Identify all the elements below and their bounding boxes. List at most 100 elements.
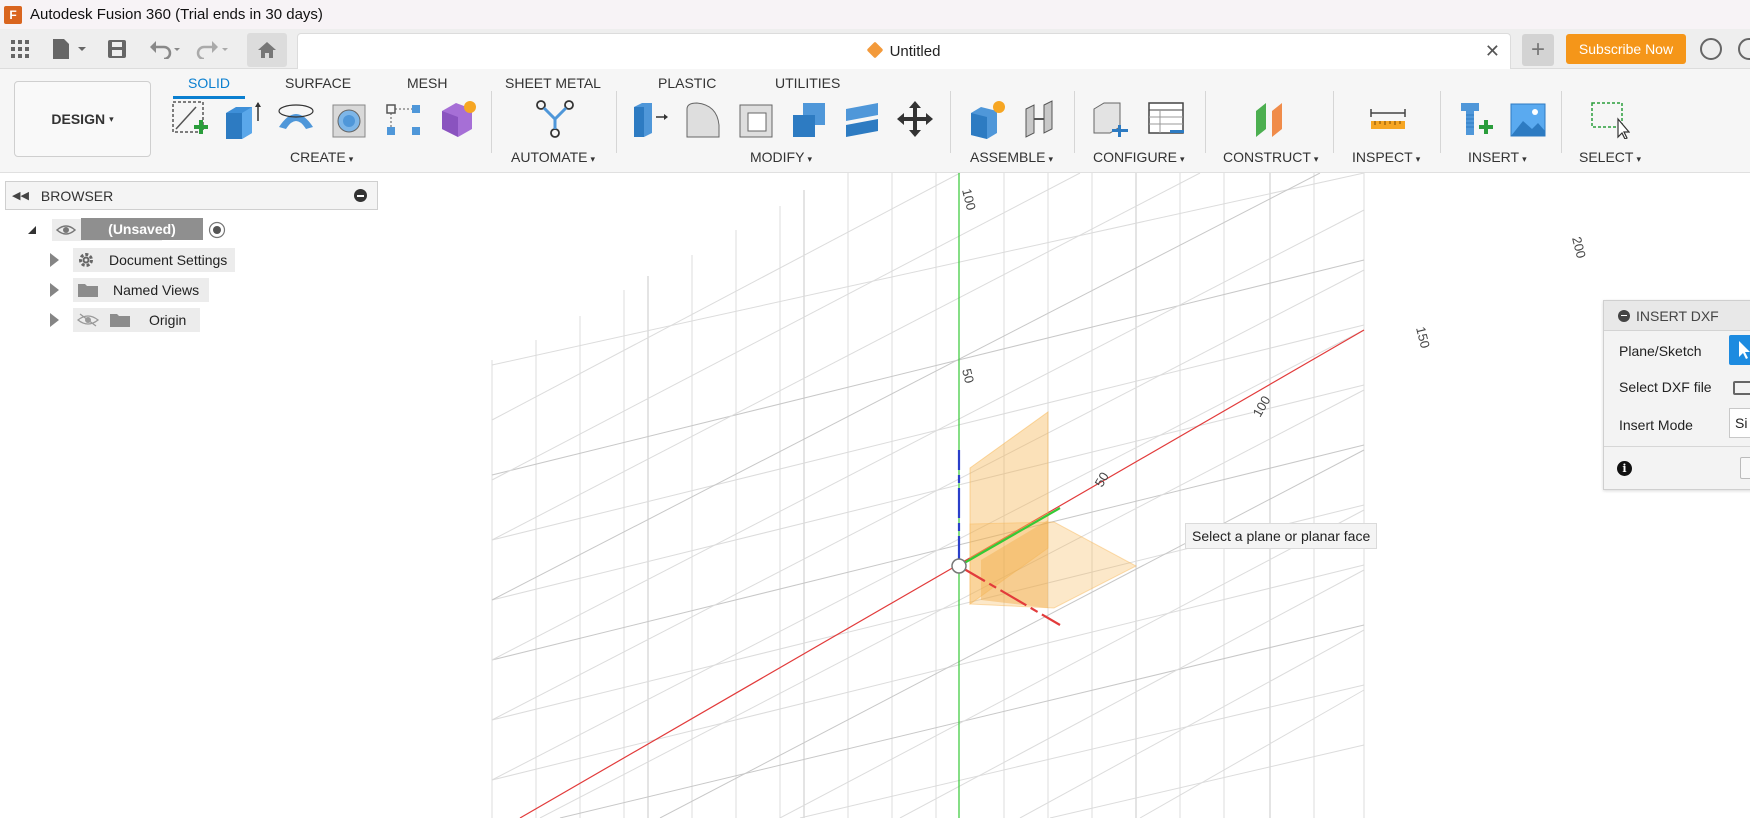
collapse-dialog-icon[interactable] [1618, 309, 1630, 322]
grid-line [491, 173, 1365, 366]
plane-sketch-label: Plane/Sketch [1619, 343, 1702, 359]
grid-line [491, 329, 1365, 781]
expand-triangle-icon[interactable] [50, 283, 59, 297]
ribbon-separator [1074, 91, 1075, 153]
joint-icon[interactable] [1020, 99, 1060, 139]
chevron-down-icon: ▾ [807, 154, 812, 164]
extrude-icon[interactable] [222, 99, 262, 139]
insert-group-label[interactable]: INSERT ▾ [1468, 149, 1527, 165]
grid-line [899, 569, 1365, 818]
offset-plane-icon[interactable] [1252, 99, 1292, 139]
undo-icon[interactable] [148, 37, 184, 61]
pattern-icon[interactable] [384, 99, 424, 139]
select-group-label[interactable]: SELECT ▾ [1579, 149, 1641, 165]
expand-triangle-icon[interactable] [50, 253, 59, 267]
tab-surface[interactable]: SURFACE [285, 75, 351, 91]
chevron-down-icon: ▾ [1636, 154, 1641, 164]
expand-triangle-icon[interactable] [50, 313, 59, 327]
new-component-icon[interactable] [967, 99, 1007, 139]
ribbon-separator [950, 91, 951, 153]
tab-plastic[interactable]: PLASTIC [658, 75, 716, 91]
plane-sketch-select-button[interactable] [1729, 335, 1750, 365]
shell-icon[interactable] [736, 99, 776, 139]
workspace-switcher[interactable]: DESIGN ▾ [14, 81, 151, 157]
subscribe-now-button[interactable]: Subscribe Now [1566, 34, 1686, 64]
fusion-app-icon: F [4, 5, 22, 24]
tab-mesh[interactable]: MESH [407, 75, 447, 91]
insert-mode-dropdown[interactable]: Si [1729, 408, 1750, 438]
tab-solid[interactable]: SOLID [188, 75, 230, 91]
file-menu-icon[interactable] [50, 37, 88, 61]
assemble-group-label[interactable]: ASSEMBLE ▾ [970, 149, 1053, 165]
app-grid-icon[interactable] [8, 37, 32, 61]
chevron-down-icon: ▾ [1048, 154, 1054, 164]
construct-group-label[interactable]: CONSTRUCT ▾ [1223, 149, 1318, 165]
root-node-label[interactable]: (Unsaved) [81, 218, 203, 240]
move-copy-icon[interactable] [895, 99, 935, 139]
browser-item-named-views[interactable]: Named Views [50, 278, 210, 302]
eye-hidden-icon[interactable] [77, 312, 99, 328]
press-pull-icon[interactable] [630, 99, 670, 139]
dialog-footer-divider [1604, 446, 1750, 447]
minimize-browser-icon[interactable] [354, 189, 367, 202]
close-tab-icon[interactable]: ✕ [1485, 41, 1500, 62]
axis-label-y-50: 50 [959, 367, 977, 385]
document-settings-node: Document Settings [73, 248, 236, 272]
insert-mcmaster-icon[interactable] [1457, 99, 1497, 139]
save-icon[interactable] [105, 37, 129, 61]
create-sketch-icon[interactable] [170, 99, 210, 139]
chevron-down-icon: ▾ [1180, 154, 1185, 164]
insert-dxf-title: INSERT DXF [1636, 307, 1719, 324]
tab-sheet-metal[interactable]: SHEET METAL [505, 75, 601, 91]
grid-line [491, 173, 1201, 541]
grid-line [491, 259, 1365, 476]
select-icon[interactable] [1590, 99, 1630, 139]
notifications-icon[interactable] [1738, 38, 1750, 60]
gear-icon [79, 253, 93, 267]
document-tab[interactable]: Untitled ✕ [297, 33, 1511, 69]
home-icon [258, 42, 276, 58]
fillet-icon[interactable] [683, 99, 723, 139]
insert-canvas-icon[interactable] [1508, 99, 1548, 139]
select-dxf-file-label: Select DXF file [1619, 379, 1712, 395]
change-parameters-icon[interactable] [1090, 99, 1130, 139]
hole-icon[interactable] [330, 99, 370, 139]
selection-tooltip: Select a plane or planar face [1185, 523, 1378, 549]
activate-radio-icon[interactable] [208, 221, 226, 239]
chevron-down-icon: ▾ [109, 113, 114, 124]
automate-icon[interactable] [535, 99, 575, 139]
revolve-icon[interactable] [276, 99, 316, 139]
grid-line [799, 684, 1365, 818]
inspect-label-text: INSPECT [1352, 149, 1413, 165]
create-form-icon[interactable] [438, 99, 478, 139]
inspect-group-label[interactable]: INSPECT ▾ [1352, 149, 1420, 165]
split-body-icon[interactable] [842, 99, 882, 139]
title-bar: F Autodesk Fusion 360 (Trial ends in 30 … [0, 0, 1750, 29]
collapse-browser-icon[interactable]: ◀◀ [12, 189, 29, 202]
3d-viewport[interactable]: 100 50 50 100 150 200 [0, 173, 1750, 818]
create-group-label[interactable]: CREATE ▾ [290, 149, 353, 165]
dialog-ok-button[interactable] [1740, 457, 1750, 479]
open-folder-icon[interactable] [1733, 381, 1750, 395]
configure-group-label[interactable]: CONFIGURE ▾ [1093, 149, 1185, 165]
browser-item-origin[interactable]: Origin [50, 308, 201, 332]
axis-label-x-150: 150 [1413, 325, 1433, 350]
info-icon[interactable]: i [1617, 461, 1632, 476]
home-button[interactable] [247, 33, 287, 67]
modify-group-label[interactable]: MODIFY ▾ [750, 149, 812, 165]
origin-node: Origin [73, 308, 201, 332]
combine-icon[interactable] [789, 99, 829, 139]
browser-item-document-settings[interactable]: Document Settings [50, 248, 236, 272]
automate-group-label[interactable]: AUTOMATE ▾ [511, 149, 595, 165]
eye-icon[interactable] [56, 222, 76, 238]
construct-label-text: CONSTRUCT [1223, 149, 1311, 165]
collapse-triangle-icon[interactable] [26, 224, 38, 236]
tab-utilities[interactable]: UTILITIES [775, 75, 840, 91]
new-tab-button[interactable]: + [1522, 34, 1554, 66]
redo-icon[interactable] [196, 37, 232, 61]
browser-panel-header: ◀◀ BROWSER [5, 181, 378, 210]
configure-table-icon[interactable] [1146, 99, 1186, 139]
measure-icon[interactable] [1368, 99, 1408, 139]
job-status-icon[interactable] [1700, 38, 1722, 60]
insert-dxf-dialog: INSERT DXF Plane/Sketch Select DXF file … [1603, 300, 1750, 490]
